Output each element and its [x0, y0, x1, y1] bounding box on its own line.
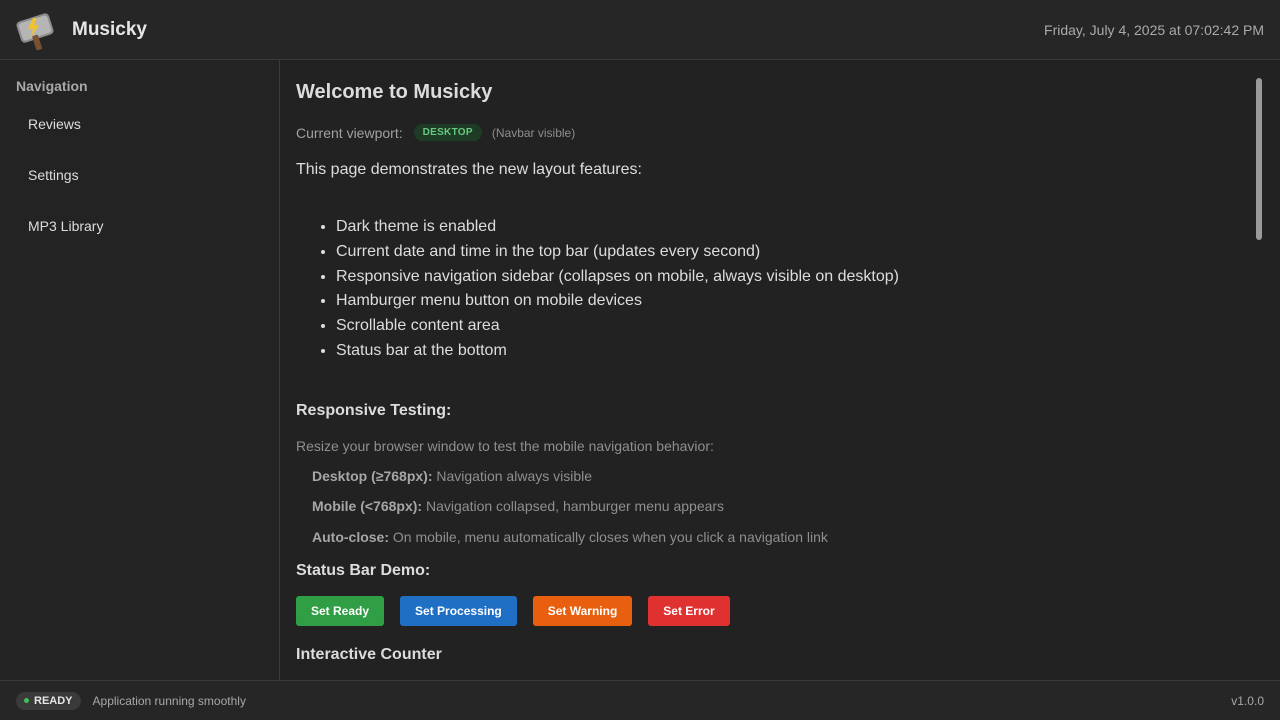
- list-item: Hamburger menu button on mobile devices: [336, 289, 1264, 314]
- page-title: Welcome to Musicky: [296, 81, 493, 103]
- list-item: Status bar at the bottom: [336, 339, 1264, 364]
- test-row-value: Navigation collapsed, hamburger menu app…: [422, 498, 725, 515]
- status-bar: READY Application running smoothly v1.0.…: [0, 680, 1280, 720]
- resize-hint: Resize your browser window to test the m…: [296, 437, 714, 454]
- sidebar-item-mp3-library[interactable]: MP3 Library: [0, 216, 279, 267]
- test-row-value: Navigation always visible: [432, 467, 593, 484]
- navigation-sidebar: Navigation Reviews Settings MP3 Library: [0, 60, 280, 680]
- main-content[interactable]: Welcome to Musicky Current viewport: DES…: [280, 60, 1280, 680]
- set-ready-button[interactable]: Set Ready: [296, 596, 385, 627]
- responsive-testing-heading: Responsive Testing:: [296, 401, 452, 419]
- viewport-badge: DESKTOP: [413, 124, 482, 141]
- content-scrollbar[interactable]: [1256, 78, 1262, 240]
- list-item: Current date and time in the top bar (up…: [336, 240, 1264, 265]
- viewport-indicator: Current viewport: DESKTOP (Navbar visibl…: [296, 124, 1264, 141]
- status-bar-demo-heading: Status Bar Demo:: [296, 562, 431, 580]
- intro-text: This page demonstrates the new layout fe…: [296, 161, 642, 178]
- current-datetime: Friday, July 4, 2025 at 07:02:42 PM: [1044, 21, 1264, 38]
- top-bar: Musicky Friday, July 4, 2025 at 07:02:42…: [0, 0, 1280, 60]
- app-title: Musicky: [72, 18, 147, 40]
- status-button-row: Set Ready Set Processing Set Warning Set…: [296, 596, 1264, 627]
- set-error-button[interactable]: Set Error: [648, 596, 730, 627]
- status-message: Application running smoothly: [92, 693, 246, 708]
- status-dot-icon: [24, 698, 29, 703]
- sidebar-item-reviews[interactable]: Reviews: [0, 114, 279, 165]
- status-badge: READY: [16, 691, 81, 710]
- test-row-auto-close: Auto-close: On mobile, menu automaticall…: [312, 529, 1264, 560]
- test-row-key: Mobile (<768px):: [312, 498, 423, 515]
- interactive-counter-heading: Interactive Counter: [296, 646, 442, 664]
- status-label: READY: [34, 694, 73, 707]
- hammer-lightning-icon: [16, 9, 58, 51]
- test-row-mobile: Mobile (<768px): Navigation collapsed, h…: [312, 498, 1264, 529]
- sidebar-item-settings[interactable]: Settings: [0, 165, 279, 216]
- app-version: v1.0.0: [1231, 693, 1264, 708]
- navigation-heading: Navigation: [16, 78, 88, 94]
- viewport-note: (Navbar visible): [491, 125, 576, 140]
- feature-list: Dark theme is enabled Current date and t…: [336, 215, 1264, 364]
- set-warning-button[interactable]: Set Warning: [532, 596, 633, 627]
- test-row-key: Desktop (≥768px):: [312, 467, 433, 484]
- viewport-label: Current viewport:: [296, 124, 403, 141]
- list-item: Scrollable content area: [336, 314, 1264, 339]
- test-row-value: On mobile, menu automatically closes whe…: [389, 528, 828, 545]
- list-item: Dark theme is enabled: [336, 215, 1264, 240]
- set-processing-button[interactable]: Set Processing: [400, 596, 517, 627]
- test-row-key: Auto-close:: [312, 528, 389, 545]
- list-item: Responsive navigation sidebar (collapses…: [336, 265, 1264, 290]
- test-row-desktop: Desktop (≥768px): Navigation always visi…: [312, 468, 1264, 499]
